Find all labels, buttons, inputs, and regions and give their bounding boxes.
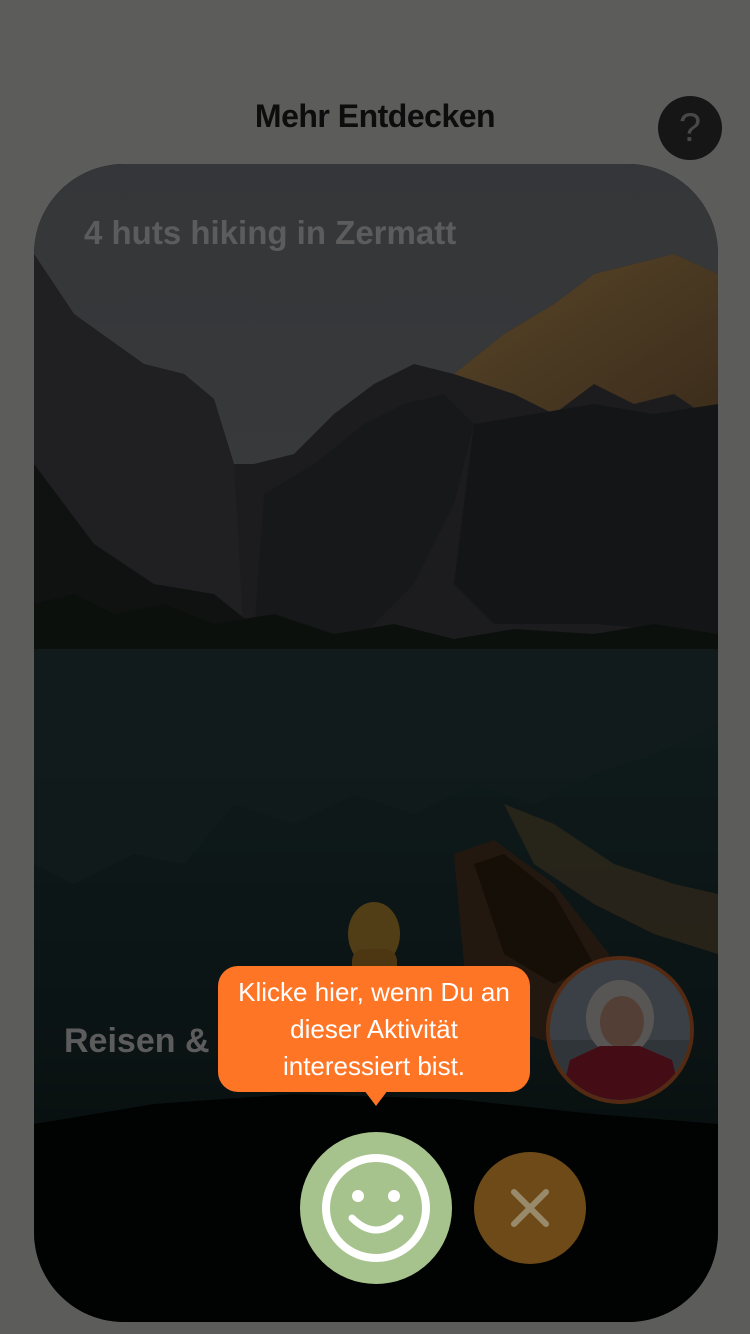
- activity-title: 4 huts hiking in Zermatt: [84, 214, 457, 251]
- tooltip-arrow: [364, 1090, 388, 1106]
- onboarding-tooltip: Klicke hier, wenn Du an dieser Aktivität…: [218, 966, 530, 1092]
- tooltip-text: Klicke hier, wenn Du an dieser Aktivität…: [238, 976, 510, 1081]
- like-button[interactable]: [300, 1132, 452, 1284]
- smiley-icon: [322, 1154, 430, 1262]
- page-title: Mehr Entdecken: [254, 98, 496, 134]
- dislike-button[interactable]: [474, 1152, 586, 1264]
- host-avatar[interactable]: [546, 956, 694, 1104]
- help-button[interactable]: ?: [658, 96, 722, 160]
- activity-category: Reisen &: [64, 1022, 210, 1060]
- close-icon: [511, 1189, 549, 1227]
- question-mark-icon: ?: [678, 105, 702, 150]
- discover-screen: Mehr Entdecken ? 4 huts hiking in Zermat…: [0, 0, 750, 1334]
- host-photo: [550, 960, 690, 1100]
